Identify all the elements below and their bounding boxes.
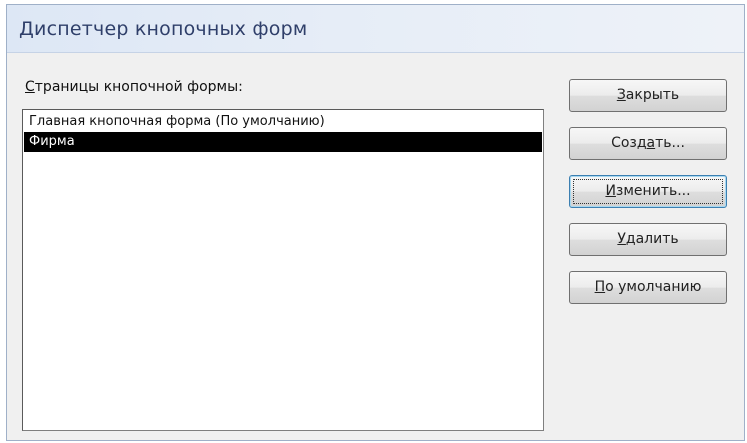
edit-button-accel: И (605, 183, 616, 199)
close-button-accel: З (616, 87, 626, 103)
switchboard-pages-listbox[interactable]: Главная кнопочная форма (По умолчанию) Ф… (22, 109, 544, 431)
create-button-accel: а (646, 135, 656, 151)
window-title: Диспетчер кнопочных форм (19, 18, 308, 40)
create-button-pre: Созд (611, 135, 647, 151)
create-button-post: ть... (655, 135, 685, 151)
set-default-button-accel: П (594, 279, 606, 295)
delete-button-accel: У (617, 231, 626, 247)
set-default-button[interactable]: По умолчанию (569, 271, 727, 304)
title-bar[interactable]: Диспетчер кнопочных форм (7, 5, 744, 53)
list-label: Страницы кнопочной формы: (25, 79, 243, 95)
switchboard-manager-dialog: Диспетчер кнопочных форм Страницы кнопоч… (6, 4, 745, 441)
create-button[interactable]: Создать... (569, 127, 727, 160)
close-button-post: акрыть (625, 87, 680, 103)
set-default-button-post: о умолчанию (605, 279, 702, 295)
close-button[interactable]: Закрыть (569, 79, 727, 112)
list-label-text: траницы кнопочной формы: (34, 79, 243, 95)
delete-button[interactable]: Удалить (569, 223, 727, 256)
list-label-accel: С (25, 79, 35, 95)
delete-button-post: далить (625, 231, 679, 247)
edit-button-post: зменить... (615, 183, 691, 199)
edit-button[interactable]: Изменить... (569, 175, 727, 208)
list-item-main-switchboard[interactable]: Главная кнопочная форма (По умолчанию) (24, 112, 542, 132)
list-item-firm[interactable]: Фирма (24, 132, 542, 152)
